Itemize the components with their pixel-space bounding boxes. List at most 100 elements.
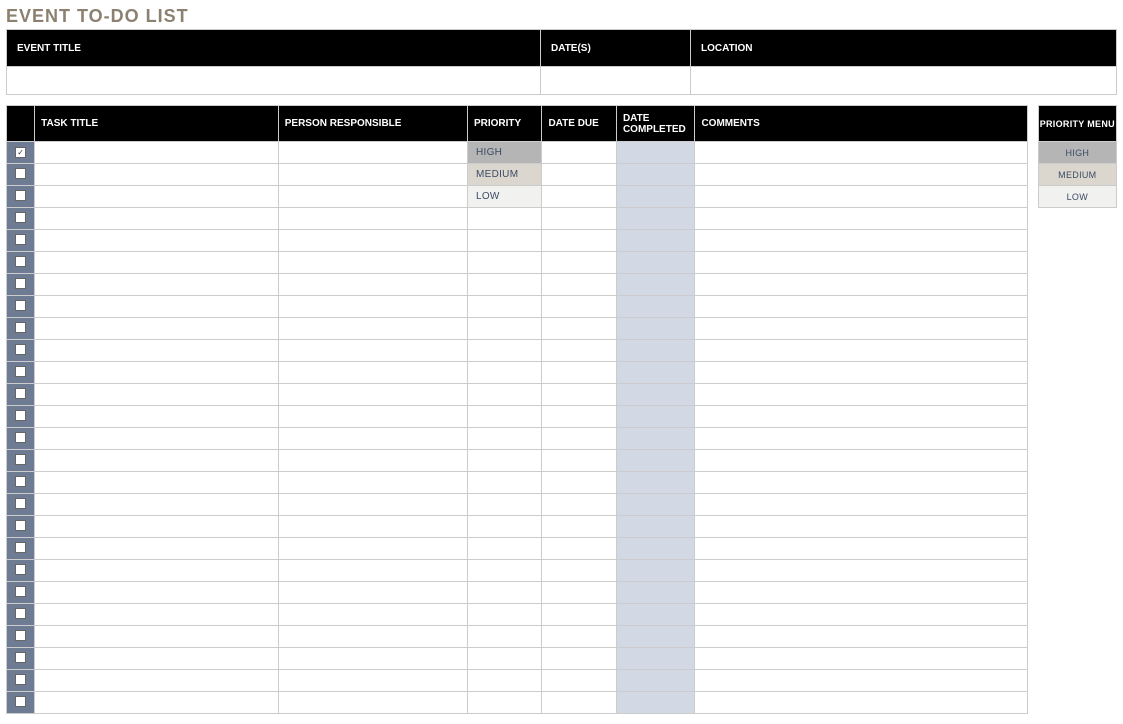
comments-cell[interactable] bbox=[695, 670, 1027, 692]
person-cell[interactable] bbox=[278, 384, 467, 406]
priority-cell[interactable] bbox=[467, 318, 541, 340]
priority-cell[interactable] bbox=[467, 626, 541, 648]
date-due-cell[interactable] bbox=[542, 538, 616, 560]
person-cell[interactable] bbox=[278, 230, 467, 252]
row-check-cell[interactable] bbox=[7, 274, 35, 296]
date-due-cell[interactable] bbox=[542, 450, 616, 472]
date-completed-cell[interactable] bbox=[616, 692, 695, 714]
priority-cell[interactable] bbox=[467, 230, 541, 252]
task-title-cell[interactable] bbox=[35, 142, 279, 164]
task-title-cell[interactable] bbox=[35, 406, 279, 428]
date-due-cell[interactable] bbox=[542, 318, 616, 340]
date-due-cell[interactable] bbox=[542, 362, 616, 384]
priority-cell[interactable] bbox=[467, 538, 541, 560]
priority-cell[interactable] bbox=[467, 384, 541, 406]
date-completed-cell[interactable] bbox=[616, 230, 695, 252]
comments-cell[interactable] bbox=[695, 274, 1027, 296]
date-due-cell[interactable] bbox=[542, 274, 616, 296]
checkbox-icon[interactable] bbox=[15, 476, 26, 487]
comments-cell[interactable] bbox=[695, 296, 1027, 318]
priority-cell[interactable] bbox=[467, 494, 541, 516]
checkbox-icon[interactable] bbox=[15, 586, 26, 597]
priority-cell[interactable] bbox=[467, 252, 541, 274]
date-completed-cell[interactable] bbox=[616, 604, 695, 626]
person-cell[interactable] bbox=[278, 648, 467, 670]
priority-cell[interactable] bbox=[467, 604, 541, 626]
date-completed-cell[interactable] bbox=[616, 560, 695, 582]
task-title-cell[interactable] bbox=[35, 494, 279, 516]
checkbox-icon[interactable] bbox=[15, 234, 26, 245]
priority-cell[interactable] bbox=[467, 670, 541, 692]
date-due-cell[interactable] bbox=[542, 142, 616, 164]
comments-cell[interactable] bbox=[695, 582, 1027, 604]
checkbox-icon[interactable] bbox=[15, 344, 26, 355]
checkbox-icon[interactable] bbox=[15, 366, 26, 377]
checkbox-icon[interactable] bbox=[15, 696, 26, 707]
task-title-cell[interactable] bbox=[35, 384, 279, 406]
row-check-cell[interactable] bbox=[7, 560, 35, 582]
task-title-cell[interactable] bbox=[35, 538, 279, 560]
checkbox-icon[interactable] bbox=[15, 608, 26, 619]
row-check-cell[interactable] bbox=[7, 472, 35, 494]
person-cell[interactable] bbox=[278, 252, 467, 274]
date-completed-cell[interactable] bbox=[616, 428, 695, 450]
priority-cell[interactable] bbox=[467, 362, 541, 384]
row-check-cell[interactable] bbox=[7, 538, 35, 560]
date-completed-cell[interactable] bbox=[616, 384, 695, 406]
checkbox-icon[interactable] bbox=[15, 388, 26, 399]
comments-cell[interactable] bbox=[695, 186, 1027, 208]
comments-cell[interactable] bbox=[695, 142, 1027, 164]
task-title-cell[interactable] bbox=[35, 362, 279, 384]
checkbox-icon[interactable] bbox=[15, 564, 26, 575]
row-check-cell[interactable] bbox=[7, 494, 35, 516]
person-cell[interactable] bbox=[278, 274, 467, 296]
comments-cell[interactable] bbox=[695, 164, 1027, 186]
task-title-cell[interactable] bbox=[35, 340, 279, 362]
row-check-cell[interactable] bbox=[7, 186, 35, 208]
date-completed-cell[interactable] bbox=[616, 186, 695, 208]
row-check-cell[interactable] bbox=[7, 670, 35, 692]
date-due-cell[interactable] bbox=[542, 516, 616, 538]
comments-cell[interactable] bbox=[695, 340, 1027, 362]
checkbox-icon[interactable] bbox=[15, 542, 26, 553]
row-check-cell[interactable] bbox=[7, 450, 35, 472]
checkbox-icon[interactable] bbox=[15, 520, 26, 531]
priority-cell[interactable] bbox=[467, 450, 541, 472]
date-due-cell[interactable] bbox=[542, 670, 616, 692]
checkbox-icon[interactable] bbox=[15, 212, 26, 223]
person-cell[interactable] bbox=[278, 362, 467, 384]
person-cell[interactable] bbox=[278, 494, 467, 516]
task-title-cell[interactable] bbox=[35, 230, 279, 252]
date-completed-cell[interactable] bbox=[616, 626, 695, 648]
task-title-cell[interactable] bbox=[35, 516, 279, 538]
row-check-cell[interactable] bbox=[7, 318, 35, 340]
priority-cell[interactable] bbox=[467, 208, 541, 230]
date-due-cell[interactable] bbox=[542, 560, 616, 582]
dates-input[interactable] bbox=[541, 67, 691, 95]
task-title-cell[interactable] bbox=[35, 472, 279, 494]
date-completed-cell[interactable] bbox=[616, 208, 695, 230]
date-due-cell[interactable] bbox=[542, 582, 616, 604]
priority-menu-low[interactable]: LOW bbox=[1038, 186, 1116, 208]
comments-cell[interactable] bbox=[695, 494, 1027, 516]
date-completed-cell[interactable] bbox=[616, 274, 695, 296]
comments-cell[interactable] bbox=[695, 208, 1027, 230]
task-title-cell[interactable] bbox=[35, 186, 279, 208]
person-cell[interactable] bbox=[278, 186, 467, 208]
comments-cell[interactable] bbox=[695, 318, 1027, 340]
checkbox-icon[interactable] bbox=[15, 168, 26, 179]
date-completed-cell[interactable] bbox=[616, 516, 695, 538]
row-check-cell[interactable] bbox=[7, 362, 35, 384]
priority-cell[interactable]: MEDIUM bbox=[467, 164, 541, 186]
row-check-cell[interactable] bbox=[7, 516, 35, 538]
date-due-cell[interactable] bbox=[542, 494, 616, 516]
person-cell[interactable] bbox=[278, 516, 467, 538]
task-title-cell[interactable] bbox=[35, 692, 279, 714]
date-completed-cell[interactable] bbox=[616, 472, 695, 494]
person-cell[interactable] bbox=[278, 296, 467, 318]
priority-cell[interactable]: HIGH bbox=[467, 142, 541, 164]
row-check-cell[interactable] bbox=[7, 252, 35, 274]
checkbox-icon[interactable] bbox=[15, 300, 26, 311]
row-check-cell[interactable] bbox=[7, 692, 35, 714]
row-check-cell[interactable] bbox=[7, 582, 35, 604]
